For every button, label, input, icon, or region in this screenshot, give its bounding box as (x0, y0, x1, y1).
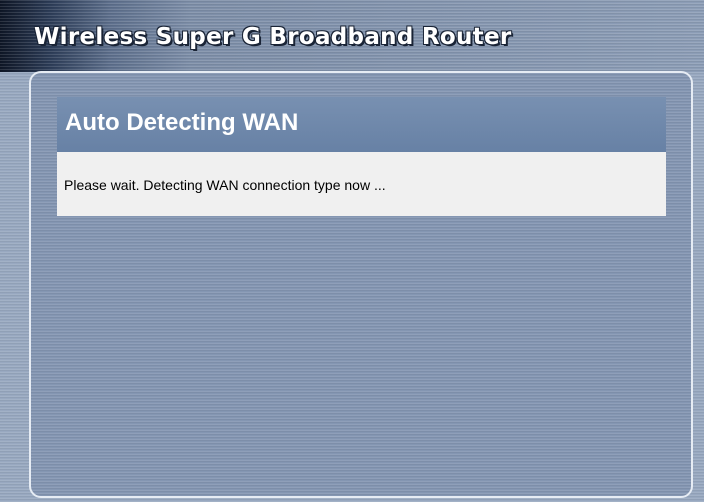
section-title: Auto Detecting WAN (65, 109, 299, 136)
router-config-page: Wireless Super G Broadband Router Auto D… (0, 0, 704, 502)
section-header: Auto Detecting WAN (57, 97, 666, 152)
product-title: Wireless Super G Broadband Router (34, 24, 512, 50)
status-message-box: Please wait. Detecting WAN connection ty… (57, 152, 666, 216)
status-message: Please wait. Detecting WAN connection ty… (64, 177, 386, 193)
header-banner: Wireless Super G Broadband Router (0, 0, 704, 72)
